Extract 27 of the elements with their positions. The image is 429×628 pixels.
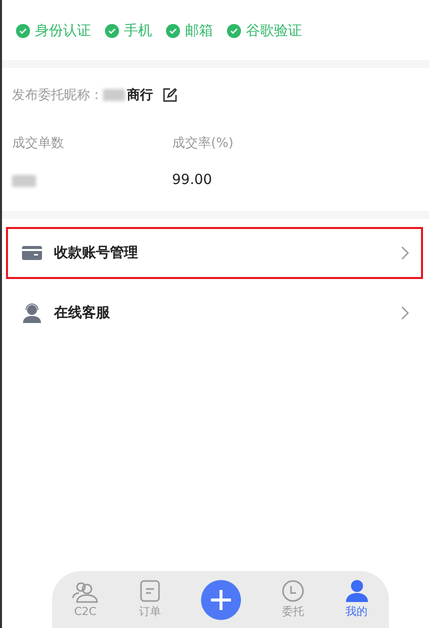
chevron-right-icon	[401, 246, 409, 260]
nickname-label: 发布委托昵称：	[12, 87, 103, 104]
stat-label: 成交单数	[12, 135, 65, 152]
headset-person-icon	[22, 303, 42, 323]
card-icon	[22, 246, 42, 260]
verification-label: 身份认证	[35, 22, 91, 40]
plus-icon	[211, 590, 232, 610]
person-icon	[344, 580, 369, 602]
stat-value: 99.00	[172, 172, 214, 190]
chevron-right-icon	[401, 306, 409, 320]
menu-item[interactable]: 在线客服	[6, 287, 423, 339]
nickname-value: 商行	[127, 86, 153, 104]
people-icon	[72, 581, 98, 603]
edit-icon[interactable]	[163, 88, 177, 102]
tab[interactable]: C2C	[72, 581, 98, 618]
add-button[interactable]	[201, 580, 242, 620]
menu-item[interactable]: 收款账号管理	[6, 227, 423, 279]
verification-label: 谷歌验证	[246, 22, 302, 40]
verification-label: 手机	[124, 22, 152, 40]
verification-label: 邮箱	[185, 22, 213, 40]
redacted-mark	[103, 89, 125, 101]
tab[interactable]: 委托	[282, 580, 304, 619]
tab[interactable]: 订单	[138, 580, 161, 619]
note-icon	[140, 580, 160, 602]
clock-icon	[282, 580, 304, 602]
stat-label: 成交率(%)	[172, 135, 234, 152]
tab[interactable]: 我的	[344, 580, 369, 619]
